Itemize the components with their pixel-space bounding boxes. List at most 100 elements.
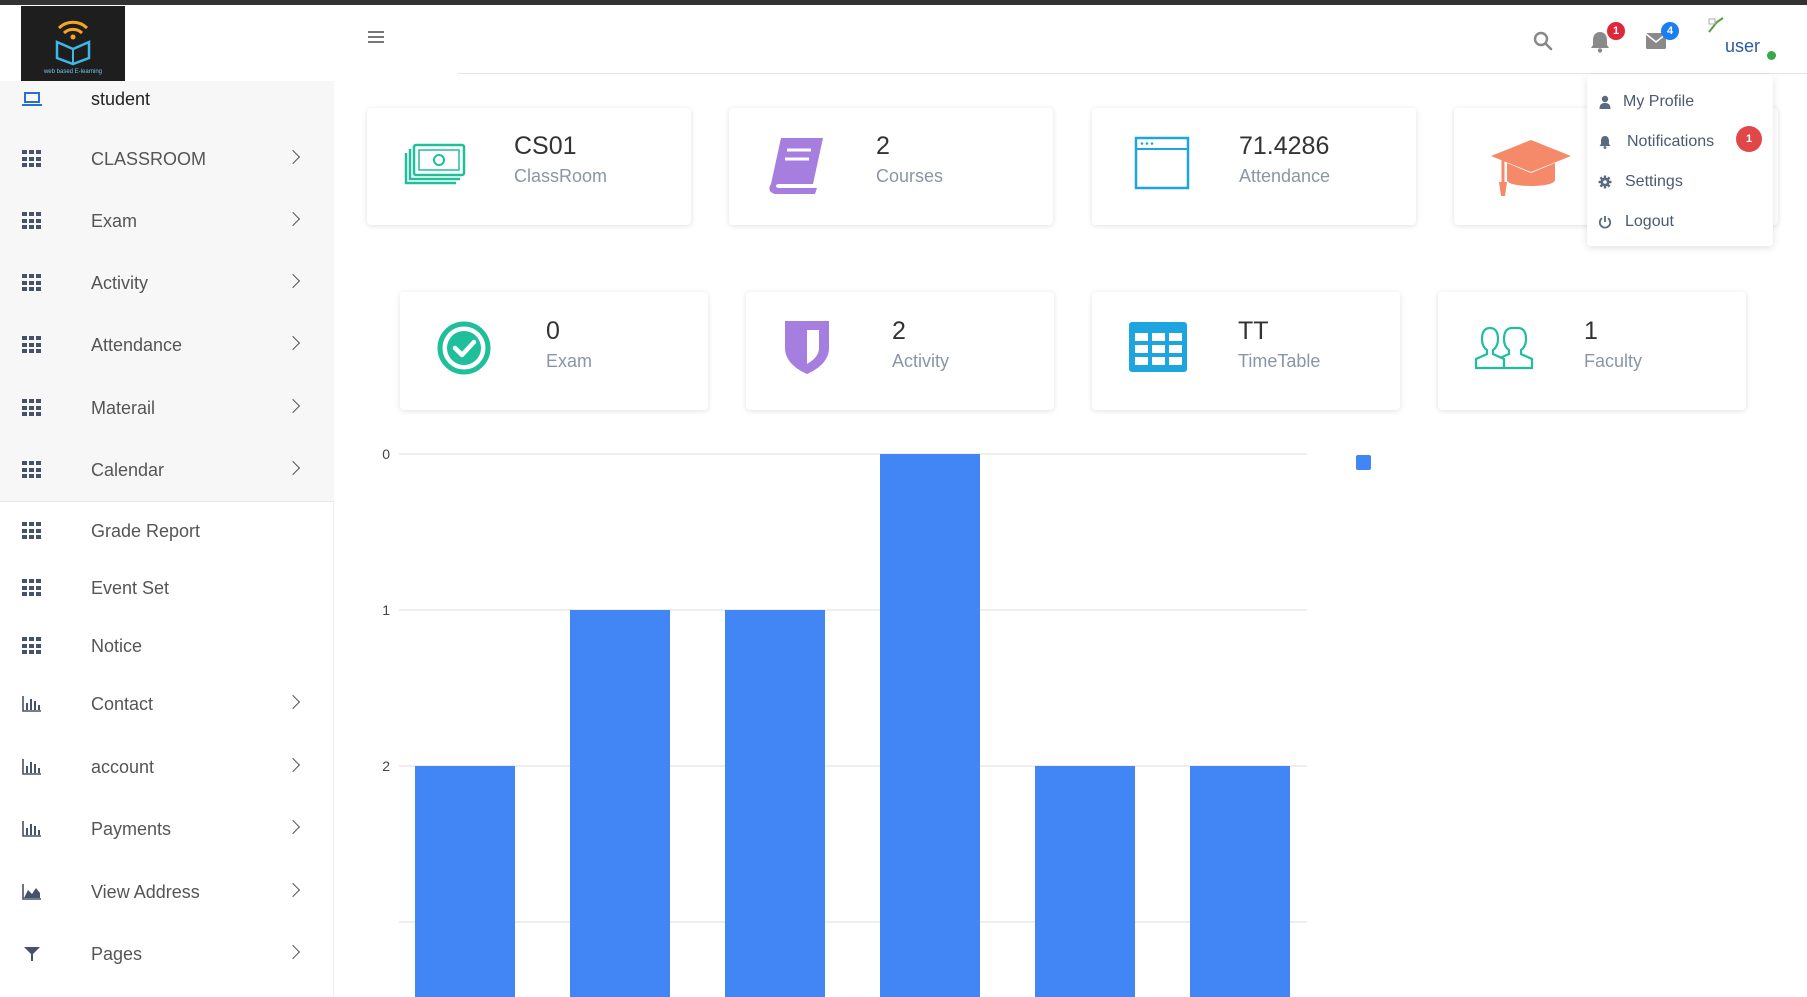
sidebar-item-account[interactable]: account xyxy=(0,743,334,793)
chart-bar[interactable] xyxy=(415,766,515,997)
chart-bar[interactable] xyxy=(1035,766,1135,997)
chart-y-tick-label: 0 xyxy=(382,446,390,462)
online-status-dot xyxy=(1767,51,1776,60)
card-value: 71.4286 xyxy=(1239,132,1330,160)
sidebar-item-calendar[interactable]: Calendar xyxy=(0,446,334,496)
chevron-right-icon xyxy=(285,819,301,835)
chevron-right-icon xyxy=(285,398,301,414)
sidebar-item-event-set[interactable]: Event Set xyxy=(0,564,334,614)
graduation-cap-icon xyxy=(1491,140,1571,196)
sidebar-item-label: Pages xyxy=(91,944,143,964)
grid-icon xyxy=(22,637,42,655)
sidebar-item-view-address[interactable]: View Address xyxy=(0,868,334,918)
bar-chart-icon xyxy=(22,820,42,838)
card-label: TimeTable xyxy=(1238,351,1321,371)
area-chart-icon xyxy=(22,883,42,901)
grid-icon xyxy=(22,522,42,540)
card-label: ClassRoom xyxy=(514,166,608,186)
shield-icon xyxy=(785,321,829,374)
sidebar-item-classroom[interactable]: CLASSROOM xyxy=(0,135,334,185)
gear-icon xyxy=(1598,175,1612,189)
sidebar-item-label: Calendar xyxy=(91,460,165,480)
dropdown-label: Notifications xyxy=(1627,133,1715,150)
sidebar-item-attendance[interactable]: Attendance xyxy=(0,321,334,371)
user-menu-label[interactable]: user xyxy=(1725,36,1760,57)
card-classroom[interactable]: CS01 ClassRoom xyxy=(367,108,691,225)
chart-bar[interactable] xyxy=(725,610,825,997)
chevron-right-icon xyxy=(285,882,301,898)
sidebar-item-contact[interactable]: Contact xyxy=(0,680,334,730)
sidebar-item-label: Payments xyxy=(91,819,172,839)
sidebar-item-label: CLASSROOM xyxy=(91,149,207,169)
grid-icon xyxy=(22,461,42,479)
chevron-right-icon xyxy=(285,944,301,960)
grid-icon xyxy=(22,336,42,354)
card-exam[interactable]: 0 Exam xyxy=(400,292,708,410)
chart-y-tick-label: 1 xyxy=(382,602,390,618)
card-value: CS01 xyxy=(514,132,577,160)
dropdown-notifications-badge: 1 xyxy=(1736,126,1762,152)
messages-badge: 4 xyxy=(1661,22,1679,40)
card-value: 0 xyxy=(546,317,560,345)
bar-chart-icon xyxy=(22,758,42,776)
chart-bar[interactable] xyxy=(880,454,980,997)
chart-bar[interactable] xyxy=(1190,766,1290,997)
card-value: 1 xyxy=(1584,317,1598,345)
bell-icon xyxy=(1599,136,1611,149)
user-icon xyxy=(1599,95,1611,109)
chart-legend-swatch xyxy=(1356,455,1371,470)
dropdown-label: Settings xyxy=(1625,173,1683,190)
sidebar-item-materail[interactable]: Materail xyxy=(0,384,334,434)
card-attendance[interactable]: 71.4286 Attendance xyxy=(1092,108,1416,225)
card-faculty[interactable]: 1 Faculty xyxy=(1438,292,1746,410)
sidebar-item-label: Contact xyxy=(91,694,154,714)
card-activity[interactable]: 2 Activity xyxy=(746,292,1054,410)
dropdown-logout[interactable]: Logout xyxy=(1587,204,1773,240)
sidebar-item-payments[interactable]: Payments xyxy=(0,805,334,855)
card-label: Courses xyxy=(876,166,944,186)
chevron-right-icon xyxy=(285,211,301,227)
sidebar-item-student[interactable]: student xyxy=(0,75,334,125)
sidebar-item-label: Attendance xyxy=(91,335,183,355)
sidebar-item-exam[interactable]: Exam xyxy=(0,197,334,247)
sidebar-item-label: student xyxy=(91,89,151,109)
chevron-right-icon xyxy=(285,460,301,476)
book-icon xyxy=(769,138,823,194)
dropdown-label: Logout xyxy=(1625,213,1674,230)
power-icon xyxy=(1598,216,1612,229)
search-icon[interactable] xyxy=(1533,31,1553,51)
card-label: Exam xyxy=(546,351,593,371)
dropdown-label: My Profile xyxy=(1623,93,1695,110)
logo[interactable]: web based E-learning xyxy=(21,6,125,81)
sidebar-item-pages[interactable]: Pages xyxy=(0,930,334,980)
chart-bar[interactable] xyxy=(570,610,670,997)
sidebar-item-label: Event Set xyxy=(91,578,170,598)
menu-toggle-icon[interactable] xyxy=(368,31,384,47)
dropdown-settings[interactable]: Settings xyxy=(1587,164,1773,200)
logo-icon xyxy=(55,20,91,66)
bar-chart: 0 1 2 xyxy=(382,446,1307,997)
sidebar-item-label: Grade Report xyxy=(91,521,201,541)
card-value: 2 xyxy=(892,317,906,345)
card-label: Activity xyxy=(892,351,950,371)
sidebar-item-label: Notice xyxy=(91,636,143,656)
window-icon xyxy=(1134,136,1190,190)
filter-icon xyxy=(22,945,42,963)
chevron-right-icon xyxy=(285,149,301,165)
chevron-right-icon xyxy=(285,757,301,773)
card-courses[interactable]: 2 Courses xyxy=(729,108,1053,225)
sidebar-item-label: Exam xyxy=(91,211,138,231)
card-value: TT xyxy=(1238,317,1269,345)
sidebar-item-grade-report[interactable]: Grade Report xyxy=(0,507,334,557)
sidebar-item-notice[interactable]: Notice xyxy=(0,622,334,672)
sidebar-item-label: Activity xyxy=(91,273,149,293)
grid-icon xyxy=(22,274,42,292)
sidebar-item-activity[interactable]: Activity xyxy=(0,259,334,309)
sidebar-item-label: View Address xyxy=(91,882,200,902)
card-timetable[interactable]: TT TimeTable xyxy=(1092,292,1400,410)
avatar-broken-image-icon[interactable] xyxy=(1707,16,1725,34)
table-icon xyxy=(1129,322,1187,372)
chevron-right-icon xyxy=(285,273,301,289)
dropdown-my-profile[interactable]: My Profile xyxy=(1587,84,1773,120)
notifications-badge: 1 xyxy=(1607,22,1625,40)
